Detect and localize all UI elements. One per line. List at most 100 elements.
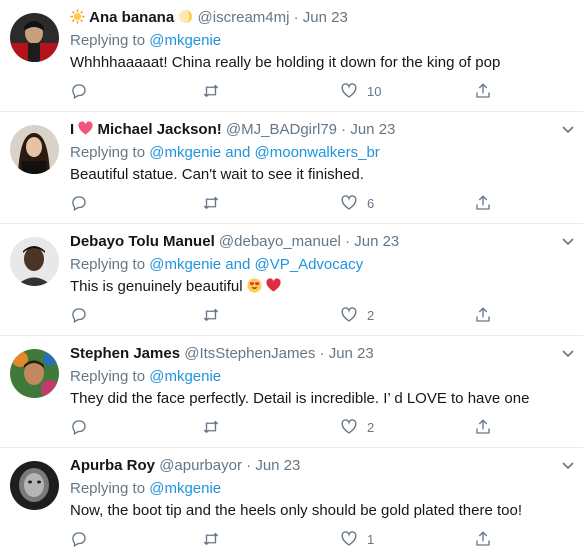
separator: ·: [319, 345, 325, 362]
tweet-text-body: This is genuinely beautiful: [70, 278, 243, 295]
reply-icon: [72, 308, 86, 323]
like-button[interactable]: 6: [340, 192, 374, 214]
share-button[interactable]: [474, 416, 492, 438]
like-count: 2: [367, 307, 375, 323]
separator: ·: [341, 121, 347, 138]
tweet-date[interactable]: Jun 23: [255, 457, 300, 474]
user-handle[interactable]: @iscream4mj: [198, 9, 290, 26]
like-count: 6: [367, 195, 375, 211]
mention-links[interactable]: @mkgenie and @VP_Advocacy: [149, 256, 363, 273]
retweet-button[interactable]: [202, 80, 220, 102]
avatar[interactable]: [10, 237, 59, 286]
separator: ·: [293, 9, 299, 26]
display-name[interactable]: Stephen James: [70, 345, 180, 362]
mention-links[interactable]: @mkgenie: [149, 32, 221, 49]
retweet-icon: [203, 532, 219, 546]
replying-to: Replying to @mkgenie and @VP_Advocacy: [70, 254, 579, 276]
reply-button[interactable]: [70, 528, 88, 550]
display-name[interactable]: Debayo Tolu Manuel: [70, 233, 215, 250]
separator: ·: [246, 457, 252, 474]
tweet-text: Whhhhaaaaat! China really be holding it …: [70, 54, 501, 71]
pink-heart-emoji-icon: [78, 121, 93, 136]
like-count: 10: [367, 83, 382, 99]
share-button[interactable]: [474, 528, 492, 550]
like-count: 1: [367, 531, 375, 547]
tweet[interactable]: I Michael Jackson! @MJ_BADgirl79 · Jun 2…: [0, 112, 583, 224]
tweet-date[interactable]: Jun 23: [329, 345, 374, 362]
reply-button[interactable]: [70, 80, 88, 102]
heart-icon: [341, 531, 357, 546]
heart-icon: [341, 83, 357, 98]
avatar[interactable]: [10, 13, 59, 62]
tweet-date[interactable]: Jun 23: [350, 121, 395, 138]
tweet-text: Beautiful statue. Can't wait to see it f…: [70, 166, 364, 183]
share-icon: [476, 83, 490, 98]
tweet[interactable]: Stephen James @ItsStephenJames · Jun 23 …: [0, 336, 583, 448]
avatar[interactable]: [10, 125, 59, 174]
tweet[interactable]: Debayo Tolu Manuel @debayo_manuel · Jun …: [0, 224, 583, 336]
reply-button[interactable]: [70, 416, 88, 438]
tweet-actions: 2: [70, 304, 500, 326]
user-handle[interactable]: @apurbayor: [159, 457, 242, 474]
replying-to: Replying to @mkgenie: [70, 366, 579, 388]
display-name-prefix[interactable]: I: [70, 121, 74, 138]
replying-to-label: Replying to: [70, 256, 146, 273]
retweet-button[interactable]: [202, 304, 220, 326]
tweet-date[interactable]: Jun 23: [354, 233, 399, 250]
heart-icon: [341, 195, 357, 210]
reply-button[interactable]: [70, 192, 88, 214]
mention-links[interactable]: @mkgenie and @moonwalkers_br: [149, 144, 380, 161]
retweet-icon: [203, 196, 219, 210]
separator: ·: [345, 233, 351, 250]
replying-to: Replying to @mkgenie: [70, 30, 579, 52]
share-button[interactable]: [474, 304, 492, 326]
tweet[interactable]: Apurba Roy @apurbayor · Jun 23 Replying …: [0, 448, 583, 558]
mention-links[interactable]: @mkgenie: [149, 480, 221, 497]
like-button[interactable]: 10: [340, 80, 381, 102]
share-button[interactable]: [474, 80, 492, 102]
like-button[interactable]: 2: [340, 416, 374, 438]
share-icon: [476, 195, 490, 210]
retweet-button[interactable]: [202, 528, 220, 550]
share-icon: [476, 419, 490, 434]
replying-to: Replying to @mkgenie and @moonwalkers_br: [70, 142, 579, 164]
tweet-actions: 1: [70, 528, 500, 550]
tweet-actions: 10: [70, 80, 500, 102]
user-handle[interactable]: @ItsStephenJames: [184, 345, 315, 362]
retweet-icon: [203, 308, 219, 322]
retweet-icon: [203, 84, 219, 98]
avatar[interactable]: [10, 461, 59, 510]
red-heart-emoji-icon: [266, 278, 281, 293]
heart-eyes-emoji-icon: [247, 278, 262, 293]
like-button[interactable]: 1: [340, 528, 374, 550]
display-name[interactable]: Michael Jackson!: [98, 121, 222, 138]
user-handle[interactable]: @debayo_manuel: [219, 233, 341, 250]
mention-links[interactable]: @mkgenie: [149, 368, 221, 385]
sun-emoji-icon: [70, 9, 85, 24]
heart-icon: [341, 419, 357, 434]
replying-to-label: Replying to: [70, 144, 146, 161]
avatar[interactable]: [10, 349, 59, 398]
reply-button[interactable]: [70, 304, 88, 326]
display-name[interactable]: Ana banana: [89, 9, 174, 26]
display-name[interactable]: Apurba Roy: [70, 457, 155, 474]
replying-to-label: Replying to: [70, 32, 146, 49]
tweet-actions: 6: [70, 192, 500, 214]
replying-to: Replying to @mkgenie: [70, 478, 579, 500]
share-button[interactable]: [474, 192, 492, 214]
tweet-text: Now, the boot tip and the heels only sho…: [70, 502, 522, 519]
like-button[interactable]: 2: [340, 304, 374, 326]
tweet-date[interactable]: Jun 23: [303, 9, 348, 26]
like-count: 2: [367, 419, 375, 435]
tweet-actions: 2: [70, 416, 500, 438]
share-icon: [476, 307, 490, 322]
retweet-button[interactable]: [202, 192, 220, 214]
reply-thread: Ana banana @iscream4mj · Jun 23 Replying…: [0, 0, 583, 558]
retweet-button[interactable]: [202, 416, 220, 438]
replying-to-label: Replying to: [70, 368, 146, 385]
retweet-icon: [203, 420, 219, 434]
moon-emoji-icon: [178, 9, 193, 24]
reply-icon: [72, 420, 86, 435]
tweet[interactable]: Ana banana @iscream4mj · Jun 23 Replying…: [0, 0, 583, 112]
user-handle[interactable]: @MJ_BADgirl79: [226, 121, 337, 138]
